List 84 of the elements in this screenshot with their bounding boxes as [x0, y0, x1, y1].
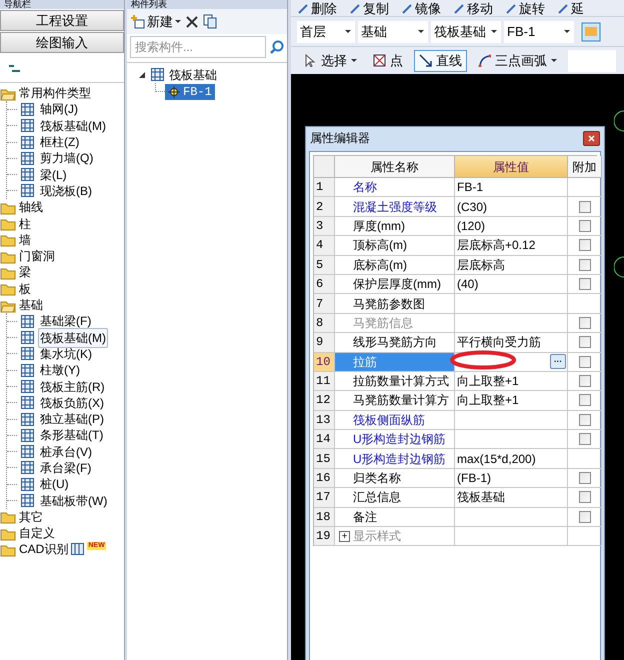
row-number: 18 — [314, 508, 335, 528]
tree-item[interactable]: 筏板基础(M) — [38, 328, 108, 348]
row-number: 14 — [314, 430, 335, 450]
tree-item[interactable]: 筏板基础 — [169, 66, 217, 84]
toolbar-button[interactable]: 旋转 — [505, 2, 545, 16]
property-name: 线形马凳筋方向 — [353, 334, 437, 352]
dropdown[interactable]: 首层 — [297, 20, 355, 42]
row-number: 4 — [314, 236, 335, 256]
property-name: 归类名称 — [353, 470, 401, 488]
property-value[interactable]: 层底标高 — [455, 256, 568, 275]
property-name: 备注 — [353, 508, 377, 526]
expand-button[interactable]: + — [339, 530, 350, 542]
tree-item[interactable]: 柱 — [19, 214, 31, 233]
column-header[interactable]: 附加 — [568, 156, 602, 178]
tree-item[interactable]: 自定义 — [19, 524, 55, 542]
search-field[interactable]: 搜索构件... — [130, 36, 266, 58]
window-title: 属性编辑器 — [310, 130, 370, 147]
property-name: 底标高(m) — [353, 256, 407, 274]
row-number: 12 — [314, 391, 335, 411]
property-name: U形构造封边钢筋 — [353, 431, 446, 448]
toolbar-button[interactable]: 复制 — [349, 2, 389, 16]
tree-item[interactable]: FB-1 — [165, 84, 215, 100]
dropdown[interactable]: FB-1 — [504, 20, 574, 42]
property-value[interactable]: 筏板基础 — [455, 488, 568, 508]
property-value[interactable]: 向上取整+1 — [455, 372, 568, 392]
row-number: 8 — [314, 314, 335, 334]
tree-item[interactable]: 墙 — [19, 230, 31, 249]
row-number: 16 — [314, 468, 335, 488]
row-number: 11 — [314, 372, 335, 392]
row-number: 17 — [314, 488, 335, 508]
row-number: 7 — [314, 294, 335, 314]
property-value[interactable]: max(15*d,200) — [455, 449, 568, 469]
tree-item[interactable]: CAD识别 — [19, 540, 68, 558]
property-name: 保护层厚度(mm) — [353, 276, 441, 294]
toolbar-button[interactable]: 删除 — [297, 2, 337, 16]
row-number: 3 — [314, 216, 335, 236]
property-name: 混凝土强度等级 — [353, 198, 437, 216]
more-button[interactable]: ··· — [550, 354, 566, 370]
toolbar-button[interactable]: 直线 — [414, 50, 467, 72]
property-name: 顶标高(m) — [353, 237, 407, 254]
property-name: 拉筋数量计算方式 — [353, 373, 449, 390]
row-number: 9 — [314, 333, 335, 353]
toolbar-button[interactable]: 移动 — [453, 2, 493, 16]
property-value[interactable]: (40) — [455, 274, 568, 294]
property-value[interactable]: 向上取整+1 — [455, 391, 568, 411]
tree-item[interactable]: 板 — [19, 280, 31, 298]
row-number: 2 — [314, 197, 335, 217]
toolbar-button[interactable]: 镜像 — [401, 2, 441, 16]
property-name: 筏板侧面纵筋 — [353, 412, 425, 429]
property-name: 马凳筋数量计算方 — [353, 392, 449, 410]
property-name: 马凳筋参数图 — [353, 296, 425, 313]
dropdown[interactable]: 筏板基础 — [431, 20, 501, 42]
property-name: 名称 — [353, 179, 377, 196]
property-value[interactable]: 平行横向受力筋 — [455, 333, 568, 353]
row-number: 15 — [314, 449, 335, 469]
property-name: 拉筋 — [353, 354, 377, 371]
property-value[interactable]: (120) — [455, 216, 568, 236]
toolbar-button[interactable]: 延 — [557, 2, 584, 16]
tree-item[interactable]: 门窗洞 — [19, 247, 55, 266]
property-value[interactable]: 层底标高+0.12 — [455, 236, 568, 256]
toolbar-button[interactable]: 点 — [368, 50, 408, 72]
property-name: 马凳筋信息 — [353, 314, 413, 332]
property-name: 厚度(mm) — [353, 218, 405, 235]
column-header[interactable]: 属性名称 — [335, 156, 455, 178]
property-value[interactable]: FB-1 — [455, 178, 568, 198]
row-number: 1 — [314, 178, 335, 198]
tree-item[interactable]: 梁 — [19, 263, 31, 282]
row-number: 10 — [314, 352, 335, 372]
column-header[interactable]: 属性值 — [455, 156, 568, 178]
row-number: 13 — [314, 410, 335, 430]
property-name: 显示样式 — [353, 528, 401, 546]
property-name: U形构造封边钢筋 — [353, 450, 446, 468]
property-name: 汇总信息 — [353, 489, 401, 506]
property-value[interactable]: (C30) — [455, 197, 568, 217]
toolbar-button[interactable]: 三点画弧 — [473, 50, 562, 72]
nav-button[interactable]: 绘图输入 — [0, 32, 124, 53]
tree-item[interactable]: 轴线 — [19, 198, 43, 216]
row-number: 5 — [314, 256, 335, 275]
nav-button[interactable]: 工程设置 — [0, 10, 124, 31]
property-value[interactable]: (FB-1) — [455, 468, 568, 488]
dropdown[interactable]: 基础 — [358, 20, 428, 42]
row-number: 6 — [314, 274, 335, 294]
row-number: 19 — [314, 527, 335, 546]
toolbar-button[interactable]: 选择 — [299, 50, 362, 72]
